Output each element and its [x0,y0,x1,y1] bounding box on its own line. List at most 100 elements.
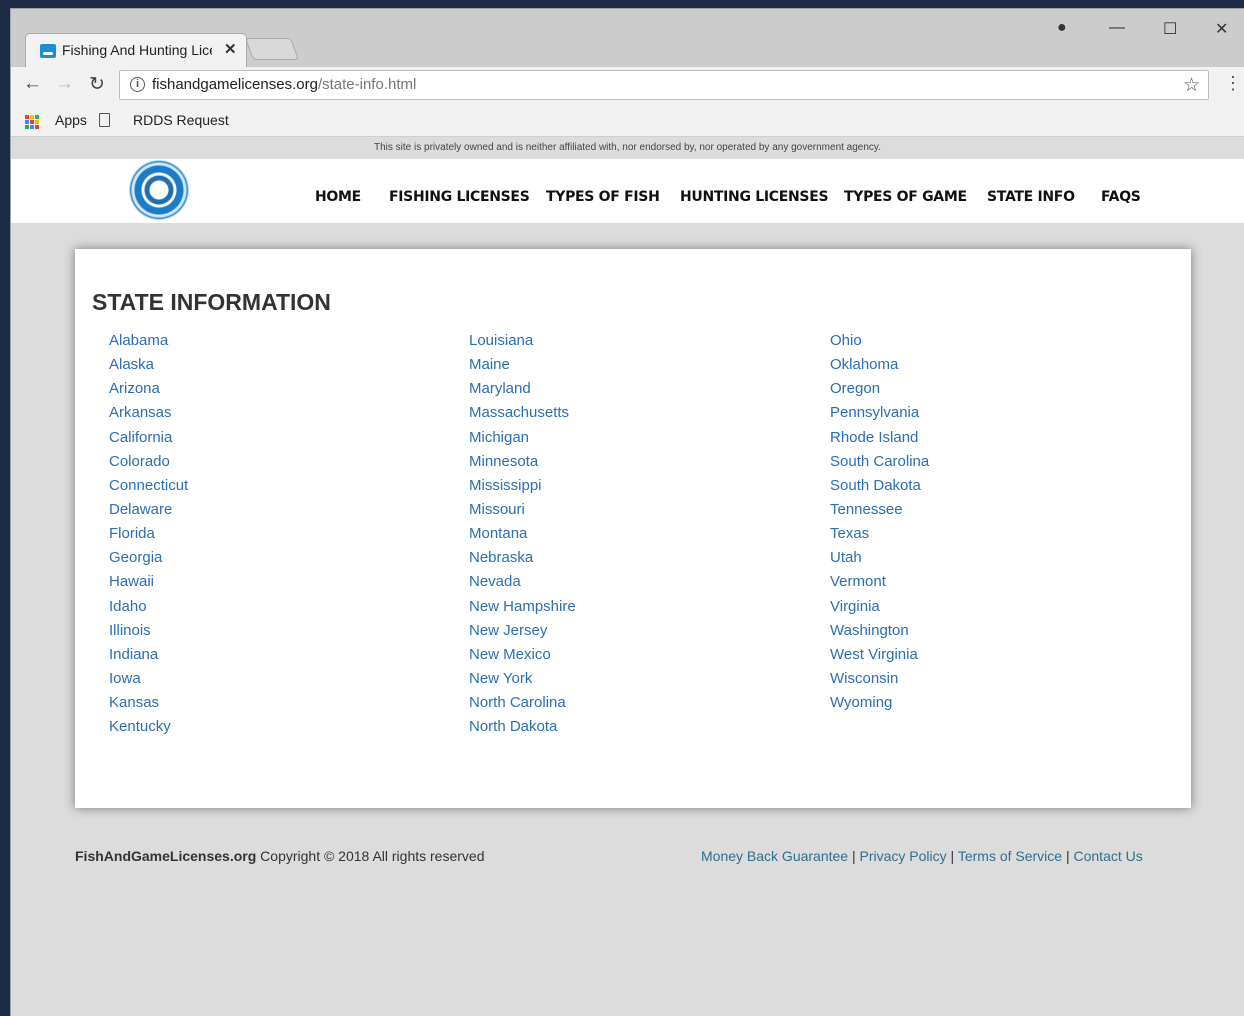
state-link[interactable]: Alabama [109,329,188,353]
state-link[interactable]: Wyoming [830,691,929,715]
state-link[interactable]: Tennessee [830,498,929,522]
url-text: fishandgamelicenses.org/state-info.html [152,76,416,93]
state-link[interactable]: Illinois [109,619,188,643]
web-page: This site is privately owned and is neit… [11,137,1244,1016]
nav-home[interactable]: HOME [315,189,361,205]
state-column-2: Louisiana Maine Maryland Massachusetts Michi… [469,329,576,739]
state-link[interactable]: North Dakota [469,715,576,739]
maximize-icon[interactable]: ☐ [1163,19,1177,39]
state-link[interactable]: South Carolina [830,450,929,474]
page-title: STATE INFORMATION [92,289,331,315]
state-link[interactable]: New Jersey [469,619,576,643]
browser-chrome: Fishing And Hunting Lice ✕ ● — ☐ ✕ ← → ↻… [11,9,1244,137]
state-link[interactable]: Arkansas [109,401,188,425]
minimize-icon[interactable]: — [1109,19,1125,37]
new-tab-button[interactable] [244,38,300,60]
state-link[interactable]: Kentucky [109,715,188,739]
state-link[interactable]: Alaska [109,353,188,377]
state-link[interactable]: Maryland [469,377,576,401]
state-link[interactable]: Delaware [109,498,188,522]
footer-link-money-back[interactable]: Money Back Guarantee [701,848,848,864]
forward-arrow-icon[interactable]: → [55,73,74,95]
state-link[interactable]: Colorado [109,450,188,474]
footer-separator: | [851,848,856,864]
site-logo[interactable] [130,161,188,219]
bookmark-rdds-request[interactable]: RDDS Request [133,112,229,128]
footer-link-terms[interactable]: Terms of Service [958,848,1062,864]
state-link[interactable]: Wisconsin [830,667,929,691]
nav-state-info[interactable]: STATE INFO [987,189,1075,205]
state-link[interactable]: Ohio [830,329,929,353]
state-link[interactable]: Hawaii [109,570,188,594]
state-link[interactable]: Florida [109,522,188,546]
state-link[interactable]: New Mexico [469,643,576,667]
apps-grid-icon[interactable] [25,115,39,129]
back-arrow-icon[interactable]: ← [23,73,42,95]
state-link[interactable]: Idaho [109,595,188,619]
state-link[interactable]: Montana [469,522,576,546]
state-link[interactable]: Massachusetts [469,401,576,425]
nav-fishing-licenses[interactable]: FISHING LICENSES [389,189,530,205]
footer-link-contact[interactable]: Contact Us [1074,848,1143,864]
state-link[interactable]: Indiana [109,643,188,667]
nav-faqs[interactable]: FAQS [1101,189,1141,205]
reload-icon[interactable]: ↻ [89,73,105,96]
state-link[interactable]: Nebraska [469,546,576,570]
bookmarks-bar: Apps RDDS Request [11,103,1244,137]
footer-copyright: FishAndGameLicenses.org Copyright © 2018… [75,848,485,864]
page-icon [99,113,110,127]
state-link[interactable]: West Virginia [830,643,929,667]
tab-close-icon[interactable]: ✕ [224,40,237,58]
state-link[interactable]: Oregon [830,377,929,401]
state-link[interactable]: Arizona [109,377,188,401]
tab-strip: Fishing And Hunting Lice ✕ ● — ☐ ✕ [11,9,1244,67]
state-link[interactable]: Rhode Island [830,426,929,450]
state-link[interactable]: Texas [830,522,929,546]
state-link[interactable]: Michigan [469,426,576,450]
nav-hunting-licenses[interactable]: HUNTING LICENSES [680,189,829,205]
browser-window: Fishing And Hunting Lice ✕ ● — ☐ ✕ ← → ↻… [10,8,1244,1016]
nav-types-of-fish[interactable]: TYPES OF FISH [546,189,660,205]
state-link[interactable]: California [109,426,188,450]
state-info-card: STATE INFORMATION Alabama Alaska Arizona Ar… [75,249,1191,808]
state-link[interactable]: Georgia [109,546,188,570]
state-link[interactable]: New Hampshire [469,595,576,619]
state-link[interactable]: North Carolina [469,691,576,715]
state-link[interactable]: Iowa [109,667,188,691]
state-link[interactable]: Kansas [109,691,188,715]
close-window-icon[interactable]: ✕ [1215,19,1228,39]
state-link[interactable]: Utah [830,546,929,570]
browser-toolbar: ← → ↻ i fishandgamelicenses.org/state-in… [11,67,1244,103]
bookmark-star-icon[interactable]: ☆ [1183,74,1200,97]
state-link[interactable]: Mississippi [469,474,576,498]
footer-separator: | [1065,848,1070,864]
nav-types-of-game[interactable]: TYPES OF GAME [844,189,967,205]
state-link[interactable]: Washington [830,619,929,643]
bookmark-apps[interactable]: Apps [55,112,87,128]
state-link[interactable]: New York [469,667,576,691]
state-column-3: Ohio Oklahoma Oregon Pennsylvania Rhode Isla… [830,329,929,715]
footer-site-name: FishAndGameLicenses.org [75,848,257,864]
profile-icon[interactable]: ● [1057,19,1067,37]
state-link[interactable]: Virginia [830,595,929,619]
state-link[interactable]: Vermont [830,570,929,594]
state-link[interactable]: Louisiana [469,329,576,353]
state-link[interactable]: Missouri [469,498,576,522]
state-link[interactable]: Connecticut [109,474,188,498]
state-link[interactable]: Oklahoma [830,353,929,377]
state-link[interactable]: Pennsylvania [830,401,929,425]
state-link[interactable]: Minnesota [469,450,576,474]
state-link[interactable]: Nevada [469,570,576,594]
browser-menu-icon[interactable]: ⋮ [1224,73,1242,94]
info-icon[interactable]: i [130,77,145,92]
state-link[interactable]: South Dakota [830,474,929,498]
tab-title: Fishing And Hunting Lice [62,42,212,58]
disclaimer-text: This site is privately owned and is neit… [374,142,881,153]
address-bar[interactable]: i fishandgamelicenses.org/state-info.htm… [119,70,1209,100]
footer-copyright-text: Copyright © 2018 All rights reserved [260,848,485,864]
state-link[interactable]: Maine [469,353,576,377]
state-column-1: Alabama Alaska Arizona Arkansas California Co… [109,329,188,739]
active-tab[interactable]: Fishing And Hunting Lice ✕ [25,33,247,67]
footer-link-privacy[interactable]: Privacy Policy [860,848,947,864]
url-path: /state-info.html [317,76,417,93]
